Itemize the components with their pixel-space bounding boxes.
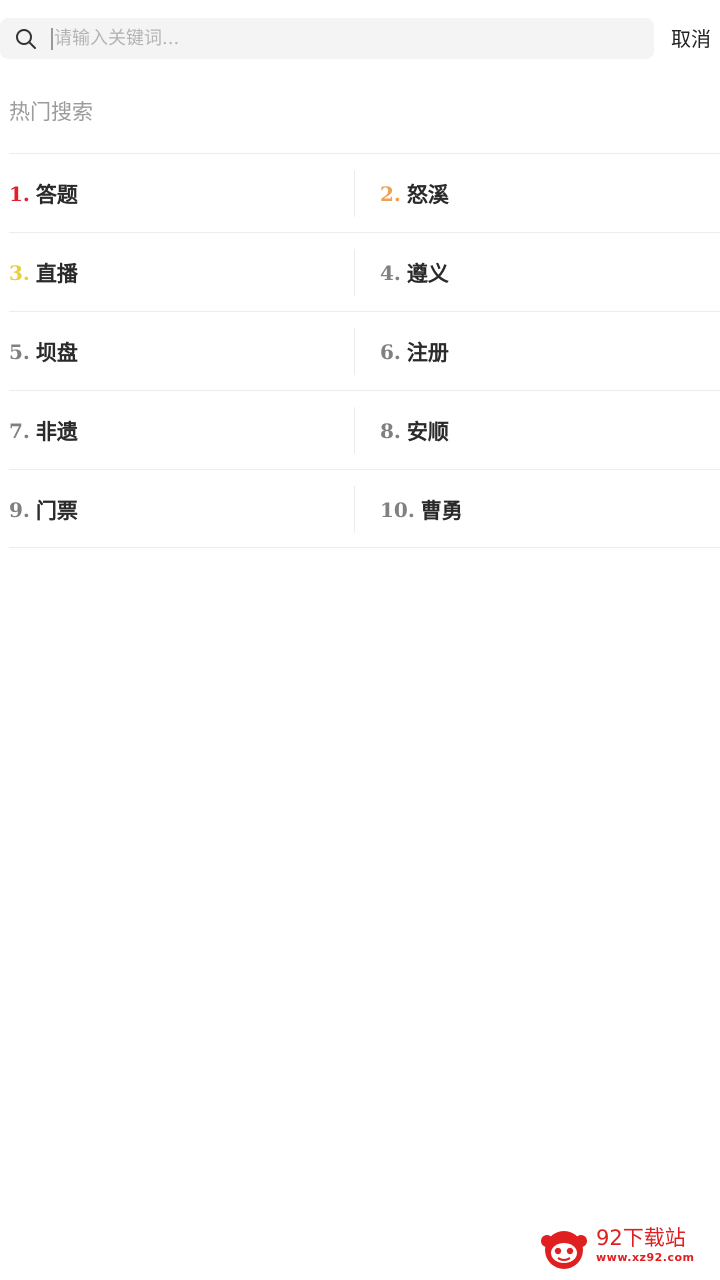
hot-search-item[interactable]: 1. 答题	[9, 154, 354, 233]
search-box[interactable]	[0, 18, 654, 59]
rank-number: 8.	[380, 418, 401, 443]
hot-keyword: 曹勇	[420, 497, 463, 523]
hot-keyword: 门票	[35, 497, 78, 523]
rank-number: 2.	[380, 181, 401, 206]
hot-keyword: 注册	[406, 339, 449, 365]
cancel-button[interactable]: 取消	[662, 22, 720, 56]
hot-keyword: 坝盘	[35, 339, 78, 365]
mascot-logo-icon	[541, 1231, 587, 1269]
hot-search-item[interactable]: 8. 安顺	[380, 391, 720, 470]
column-divider	[354, 328, 355, 375]
column-divider	[354, 249, 355, 296]
search-input[interactable]	[54, 22, 634, 55]
column-divider	[354, 486, 355, 533]
column-divider	[354, 407, 355, 454]
rank-number: 10.	[380, 497, 415, 522]
hot-keyword: 直播	[35, 260, 78, 286]
hot-search-row: 9. 门票 10. 曹勇	[9, 469, 720, 548]
hot-search-row: 3. 直播 4. 遵义	[9, 232, 720, 311]
rank-number: 4.	[380, 260, 401, 285]
hot-search-list: 1. 答题 2. 怒溪 3. 直播 4. 遵义 5. 坝盘 6. 注册 7. 非…	[9, 153, 720, 548]
hot-keyword: 遵义	[406, 260, 449, 286]
rank-number: 6.	[380, 339, 401, 364]
hot-keyword: 非遗	[35, 418, 78, 444]
text-cursor	[51, 28, 53, 50]
hot-search-item[interactable]: 7. 非遗	[9, 391, 354, 470]
hot-search-item[interactable]: 5. 坝盘	[9, 312, 354, 391]
search-icon	[16, 29, 36, 49]
hot-keyword: 怒溪	[406, 181, 449, 207]
rank-number: 7.	[9, 418, 30, 443]
search-bar: 取消	[0, 0, 720, 78]
rank-number: 9.	[9, 497, 30, 522]
site-watermark: 92下载站 www.xz92.com	[536, 1218, 720, 1280]
hot-search-row: 5. 坝盘 6. 注册	[9, 311, 720, 390]
hot-search-row: 7. 非遗 8. 安顺	[9, 390, 720, 469]
hot-search-item[interactable]: 2. 怒溪	[380, 154, 720, 233]
hot-search-title: 热门搜索	[9, 100, 93, 124]
hot-search-item[interactable]: 6. 注册	[380, 312, 720, 391]
watermark-url: www.xz92.com	[596, 1251, 695, 1264]
hot-keyword: 安顺	[406, 418, 449, 444]
rank-number: 3.	[9, 260, 30, 285]
hot-search-item[interactable]: 4. 遵义	[380, 233, 720, 312]
watermark-title: 92下载站	[596, 1226, 686, 1250]
hot-search-row: 1. 答题 2. 怒溪	[9, 153, 720, 232]
hot-keyword: 答题	[35, 181, 78, 207]
hot-search-item[interactable]: 3. 直播	[9, 233, 354, 312]
column-divider	[354, 170, 355, 217]
rank-number: 1.	[9, 181, 30, 206]
rank-number: 5.	[9, 339, 30, 364]
hot-search-item[interactable]: 9. 门票	[9, 470, 354, 549]
hot-search-item[interactable]: 10. 曹勇	[380, 470, 720, 549]
